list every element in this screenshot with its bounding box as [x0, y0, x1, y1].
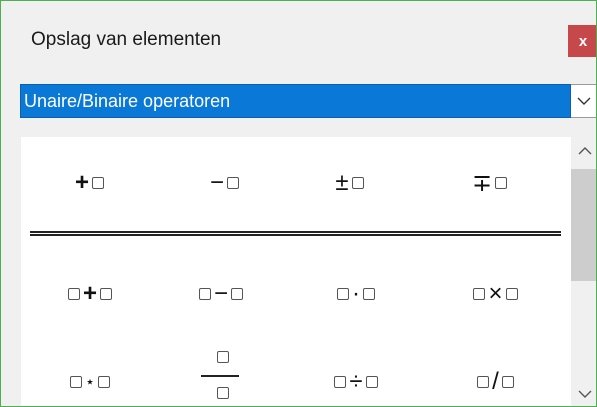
placeholder-box	[69, 376, 82, 388]
scroll-down-button[interactable]	[571, 380, 596, 406]
op-label: ×	[488, 280, 503, 307]
element-cdot[interactable]: ·	[311, 279, 401, 309]
placeholder-box	[351, 177, 364, 189]
op-label: −	[209, 169, 224, 196]
scroll-up-button[interactable]	[571, 137, 596, 165]
placeholder-box	[227, 177, 239, 189]
close-button[interactable]: x	[568, 25, 596, 57]
element-division[interactable]: ÷	[311, 367, 401, 397]
placeholder-box	[67, 288, 80, 300]
close-icon: x	[578, 32, 588, 50]
placeholder-box	[337, 288, 349, 300]
op-label: ∓	[471, 169, 493, 197]
op-label: ·	[352, 280, 360, 307]
op-label: ÷	[349, 368, 363, 395]
element-times[interactable]: ×	[448, 279, 543, 309]
placeholder-box	[92, 177, 104, 189]
fraction-bar	[201, 375, 239, 377]
chevron-down-icon	[577, 97, 591, 105]
placeholder-box	[505, 288, 518, 300]
dropdown-button[interactable]	[571, 84, 596, 118]
element-fraction[interactable]	[195, 349, 245, 406]
placeholder-box	[495, 177, 508, 189]
category-select[interactable]: Unaire/Binaire operatoren	[20, 84, 571, 118]
chevron-up-icon	[578, 147, 591, 155]
placeholder-box	[334, 376, 347, 388]
op-label: −	[213, 280, 228, 307]
placeholder-box	[100, 288, 112, 300]
placeholder-box	[363, 288, 375, 300]
element-slash[interactable]: /	[448, 367, 543, 397]
element-unary-minus[interactable]: −	[196, 168, 256, 198]
vertical-scrollbar[interactable]	[571, 137, 596, 406]
placeholder-box	[198, 288, 211, 300]
numerator-box	[217, 351, 229, 363]
denominator-box	[217, 387, 229, 399]
category-divider	[30, 231, 561, 236]
op-label: ±	[335, 169, 349, 196]
placeholder-box	[365, 376, 378, 388]
element-plus-minus[interactable]: ±	[321, 168, 381, 198]
scroll-thumb[interactable]	[571, 169, 596, 281]
elements-window: Opslag van elementen x Unaire/Binaire op…	[0, 0, 597, 407]
element-subtraction[interactable]: −	[176, 279, 266, 309]
op-label: /	[492, 368, 499, 395]
placeholder-box	[473, 288, 486, 300]
element-minus-plus[interactable]: ∓	[461, 168, 521, 198]
placeholder-box	[231, 288, 243, 300]
element-unary-plus[interactable]: +	[61, 168, 121, 198]
op-label: +	[82, 280, 97, 307]
placeholder-box	[477, 376, 490, 388]
element-star[interactable]: ⋆	[45, 367, 135, 397]
op-label: +	[74, 169, 89, 196]
window-title: Opslag van elementen	[31, 29, 222, 50]
element-addition[interactable]: +	[45, 279, 135, 309]
placeholder-box	[98, 376, 110, 388]
chevron-down-icon	[578, 390, 591, 398]
placeholder-box	[501, 376, 514, 388]
op-label: ⋆	[84, 374, 95, 391]
